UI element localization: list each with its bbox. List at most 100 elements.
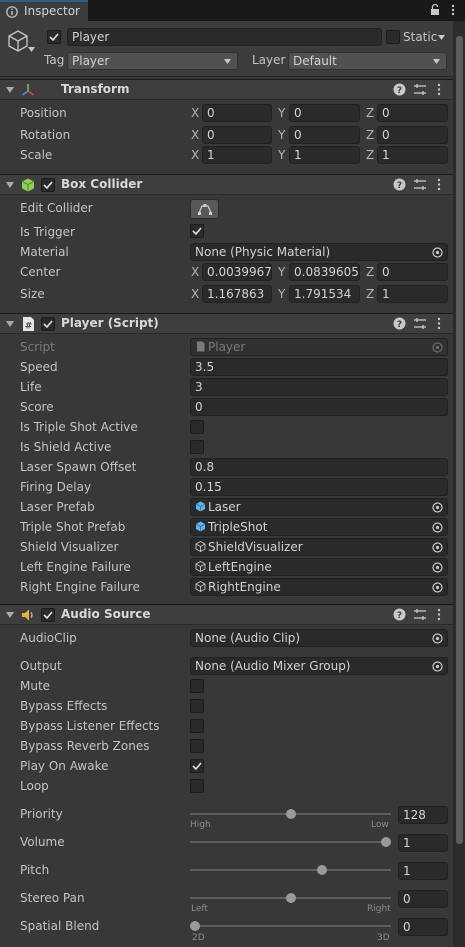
foldout-arrow-icon[interactable] (6, 181, 14, 189)
center-y-field[interactable]: 0.0839605: (289, 263, 360, 281)
object-picker-icon[interactable] (432, 562, 443, 573)
bypass-listener-checkbox[interactable] (190, 719, 204, 733)
component-menu-icon[interactable] (436, 83, 442, 96)
size-z-field[interactable]: 1 (377, 285, 448, 303)
help-icon[interactable]: ? (393, 83, 406, 96)
more-options-icon[interactable] (448, 3, 458, 17)
center-x-label[interactable]: X (191, 265, 199, 279)
priority-slider-thumb[interactable] (285, 809, 296, 819)
stereo-pan-slider-thumb[interactable] (285, 893, 296, 903)
spatial-blend-field[interactable]: 0 (398, 918, 448, 936)
object-picker-icon[interactable] (432, 542, 443, 553)
audio-source-header[interactable]: Audio Source ? (0, 604, 453, 625)
rotation-y-label[interactable]: Y (278, 128, 285, 142)
static-checkbox[interactable] (386, 30, 400, 44)
presets-icon[interactable] (413, 608, 427, 621)
speed-field[interactable]: 3.5 (190, 358, 448, 376)
center-y-label[interactable]: Y (278, 265, 285, 279)
score-field[interactable]: 0 (190, 398, 448, 416)
help-icon[interactable]: ? (393, 178, 406, 191)
audio-source-enabled-checkbox[interactable] (41, 608, 55, 622)
pitch-field[interactable]: 1 (398, 862, 448, 880)
bypass-reverb-checkbox[interactable] (190, 739, 204, 753)
rotation-z-field[interactable]: 0 (377, 126, 448, 144)
volume-slider-thumb[interactable] (381, 837, 391, 847)
is-trigger-checkbox[interactable] (190, 224, 204, 238)
scale-y-label[interactable]: Y (278, 148, 285, 162)
size-y-label[interactable]: Y (278, 287, 285, 301)
right-engine-field[interactable]: RightEngine (190, 578, 448, 596)
play-on-awake-checkbox[interactable] (190, 759, 204, 773)
priority-field[interactable]: 128 (398, 806, 448, 824)
laser-spawn-offset-field[interactable]: 0.8 (190, 458, 448, 476)
firing-delay-field[interactable]: 0.15 (190, 478, 448, 496)
center-x-field[interactable]: 0.0039967( (202, 263, 272, 281)
rotation-z-label[interactable]: Z (366, 128, 374, 142)
position-x-field[interactable]: 0 (202, 104, 272, 122)
spatial-blend-slider-thumb[interactable] (190, 921, 200, 931)
position-z-label[interactable]: Z (366, 106, 374, 120)
scale-y-field[interactable]: 1 (289, 146, 360, 164)
position-y-label[interactable]: Y (278, 106, 285, 120)
presets-icon[interactable] (413, 83, 427, 96)
triple-shot-checkbox[interactable] (190, 420, 204, 434)
stereo-pan-field[interactable]: 0 (398, 890, 448, 908)
box-collider-header[interactable]: Box Collider ? (0, 174, 453, 195)
object-picker-icon[interactable] (432, 582, 443, 593)
mute-checkbox[interactable] (190, 679, 204, 693)
static-dropdown-caret-icon[interactable] (438, 35, 445, 40)
component-menu-icon[interactable] (436, 178, 442, 191)
player-script-header[interactable]: # Player (Script) ? (0, 313, 453, 334)
transform-header[interactable]: Transform ? (0, 79, 453, 100)
pitch-slider-track[interactable] (190, 869, 391, 871)
gameobject-active-checkbox[interactable] (47, 30, 61, 44)
object-picker-icon[interactable] (432, 661, 443, 672)
material-field[interactable]: None (Physic Material) (190, 243, 448, 261)
scale-z-field[interactable]: 1 (377, 146, 448, 164)
foldout-arrow-icon[interactable] (6, 320, 14, 328)
foldout-arrow-icon[interactable] (6, 611, 14, 619)
shield-visualizer-field[interactable]: ShieldVisualizer (190, 538, 448, 556)
tag-dropdown[interactable]: Player (67, 52, 238, 70)
volume-slider-track[interactable] (190, 841, 391, 843)
foldout-arrow-icon[interactable] (6, 86, 14, 94)
presets-icon[interactable] (413, 178, 427, 191)
size-z-label[interactable]: Z (366, 287, 374, 301)
output-field[interactable]: None (Audio Mixer Group) (190, 657, 448, 675)
component-menu-icon[interactable] (436, 317, 442, 330)
left-engine-field[interactable]: LeftEngine (190, 558, 448, 576)
gameobject-name-field[interactable]: Player (67, 28, 382, 46)
help-icon[interactable]: ? (393, 317, 406, 330)
life-field[interactable]: 3 (190, 378, 448, 396)
position-z-field[interactable]: 0 (377, 104, 448, 122)
rotation-x-label[interactable]: X (191, 128, 199, 142)
scrollbar-thumb[interactable] (456, 36, 463, 844)
size-y-field[interactable]: 1.791534 (289, 285, 360, 303)
tab-inspector[interactable]: Inspector (0, 0, 88, 21)
presets-icon[interactable] (413, 317, 427, 330)
center-z-field[interactable]: 0 (377, 263, 448, 281)
triple-shot-prefab-field[interactable]: TripleShot (190, 518, 448, 536)
volume-field[interactable]: 1 (398, 834, 448, 852)
position-x-label[interactable]: X (191, 106, 199, 120)
object-picker-icon[interactable] (432, 522, 443, 533)
loop-checkbox[interactable] (190, 779, 204, 793)
box-collider-enabled-checkbox[interactable] (41, 178, 55, 192)
center-z-label[interactable]: Z (366, 265, 374, 279)
laser-prefab-field[interactable]: Laser (190, 498, 448, 516)
player-script-enabled-checkbox[interactable] (41, 317, 55, 331)
scale-x-label[interactable]: X (191, 148, 199, 162)
help-icon[interactable]: ? (393, 608, 406, 621)
shield-active-checkbox[interactable] (190, 440, 204, 454)
object-picker-icon[interactable] (432, 633, 443, 644)
edit-collider-button[interactable] (190, 199, 219, 219)
pitch-slider-thumb[interactable] (317, 865, 328, 875)
position-y-field[interactable]: 0 (289, 104, 360, 122)
chevron-down-icon[interactable] (28, 47, 35, 52)
size-x-label[interactable]: X (191, 287, 199, 301)
audio-clip-field[interactable]: None (Audio Clip) (190, 629, 448, 647)
rotation-y-field[interactable]: 0 (289, 126, 360, 144)
spatial-blend-slider-track[interactable] (190, 925, 391, 927)
component-menu-icon[interactable] (436, 608, 442, 621)
gameobject-cube-icon[interactable] (6, 29, 30, 53)
